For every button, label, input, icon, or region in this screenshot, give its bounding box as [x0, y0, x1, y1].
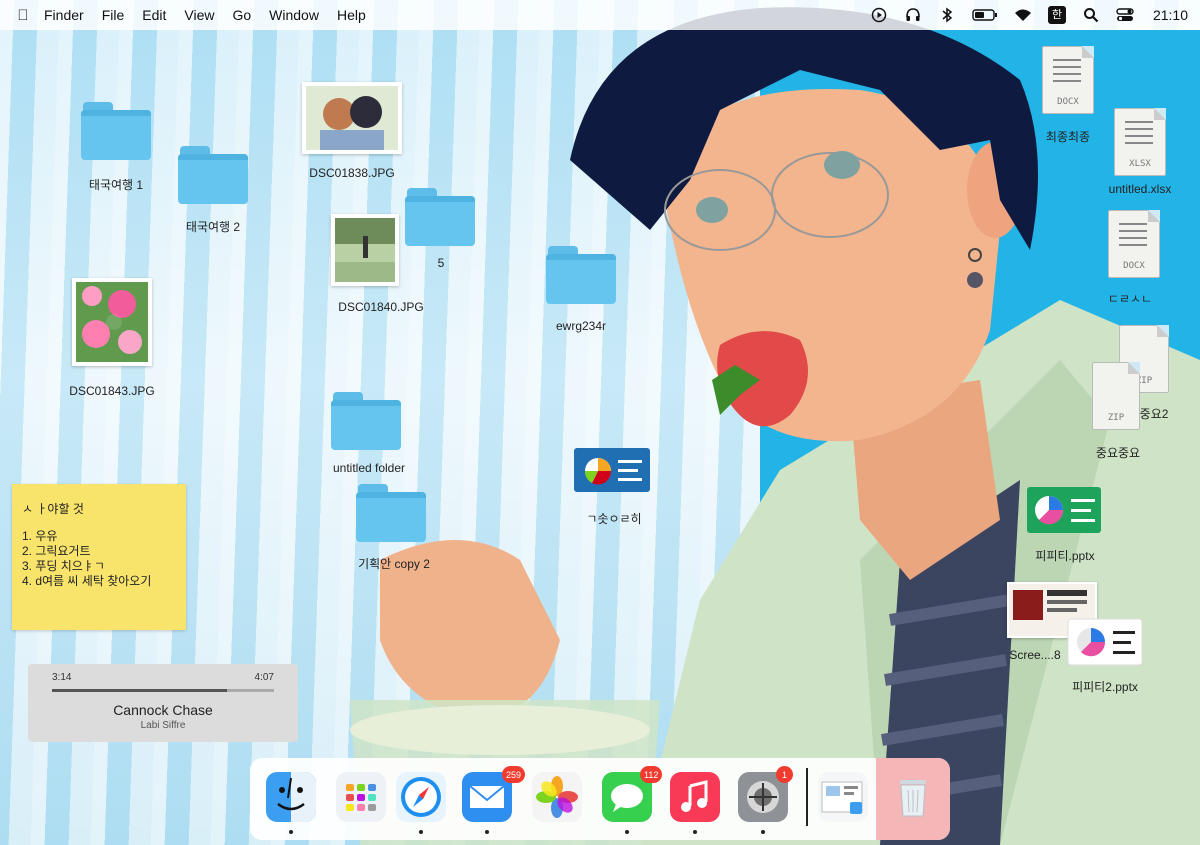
pptx-file-2[interactable]: 피피티2.pptx: [1067, 618, 1147, 698]
docx-icon: DOCX: [1042, 46, 1094, 114]
docx-file-second[interactable]: DOCX ㄷㄹㅅㄴ: [1100, 210, 1180, 306]
folder-ewrg234r[interactable]: ewrg234r: [546, 246, 616, 336]
sticky-item: 1. 우유: [22, 529, 58, 543]
folder-taeguk-2[interactable]: 태국여행 2: [178, 146, 248, 241]
dock-separator: [806, 768, 808, 826]
xlsx-ext: XLSX: [1129, 159, 1151, 169]
control-center-icon[interactable]: [1115, 5, 1135, 25]
running-indicator: [289, 830, 293, 834]
menubar-clock[interactable]: 21:10: [1153, 7, 1188, 23]
status-menus: 한 21:10: [869, 0, 1188, 30]
trash-icon[interactable]: [888, 772, 938, 822]
xlsx-icon: XLSX: [1114, 108, 1166, 176]
running-indicator: [693, 830, 697, 834]
elapsed-time: 3:14: [52, 672, 72, 683]
progress-fill: [52, 689, 228, 692]
docx-icon: DOCX: [1108, 210, 1160, 278]
total-time: 4:07: [254, 672, 274, 683]
doc-label: untitled.xlsx: [1108, 182, 1172, 196]
sticky-item: 3. 푸딩 치으ㅑㄱ: [22, 559, 105, 573]
sticky-item: 2. 그릭요거트: [22, 544, 91, 558]
menu-help[interactable]: Help: [337, 7, 366, 23]
keynote-file[interactable]: ㄱ솟ㅇㄹ히: [572, 446, 656, 526]
artist-name: Labi Siffre: [140, 720, 186, 731]
battery-icon[interactable]: [971, 5, 999, 25]
docx-file-final[interactable]: DOCX 최종최종: [1040, 46, 1120, 146]
wifi-icon[interactable]: [1013, 5, 1033, 25]
folder-label: 5: [437, 256, 445, 270]
bluetooth-icon[interactable]: [937, 5, 957, 25]
sticky-item: 4. d여름 씨 세탁 찾아오기: [22, 574, 152, 588]
apple-logo-icon[interactable]: : [12, 7, 34, 24]
image-thumbnail: [331, 214, 399, 286]
menu-view[interactable]: View: [184, 7, 214, 23]
pptx-icon: [1027, 487, 1101, 533]
pptx-label: 피피티.pptx: [1035, 549, 1095, 563]
docx-ext: DOCX: [1123, 261, 1145, 271]
menu-bar:  Finder File Edit View Go Window Help 한…: [0, 0, 1200, 30]
dock: 259 112 1: [250, 758, 950, 840]
folder-label: 태국여행 2: [185, 220, 241, 234]
keynote-label: ㄱ솟ㅇㄹ히: [586, 512, 642, 526]
image-label: DSC01840.JPG: [338, 300, 424, 314]
headphones-icon[interactable]: [903, 5, 923, 25]
folder-plan-copy-2[interactable]: 기획안 copy 2: [356, 484, 430, 574]
image-file-dsc01840[interactable]: DSC01840.JPG: [331, 214, 431, 314]
pptx-icon: [1067, 618, 1143, 666]
play-icon[interactable]: [869, 5, 889, 25]
launchpad-icon[interactable]: [336, 772, 386, 822]
folder-label: untitled folder: [332, 461, 406, 475]
image-file-dsc01838[interactable]: DSC01838.JPG: [302, 82, 402, 182]
folder-label: 기획안 copy 2: [358, 557, 430, 571]
safari-icon[interactable]: [396, 772, 446, 822]
running-indicator: [419, 830, 423, 834]
image-label: Scree....8: [1009, 648, 1061, 662]
system-preferences-badge: 1: [776, 766, 793, 783]
input-source-icon[interactable]: 한: [1047, 5, 1067, 25]
running-indicator: [625, 830, 629, 834]
zip-icon: ZIP: [1092, 362, 1140, 430]
doc-label: 최종최종: [1045, 130, 1091, 144]
song-title: Cannock Chase: [113, 702, 213, 718]
now-playing-widget[interactable]: 3:14 4:07 Cannock Chase Labi Siffre: [28, 664, 298, 742]
music-icon[interactable]: [670, 772, 720, 822]
folder-label: 태국여행 1: [88, 178, 144, 192]
menu-window[interactable]: Window: [269, 7, 319, 23]
menu-edit[interactable]: Edit: [142, 7, 166, 23]
doc-label: ㄷㄹㅅㄴ: [1107, 292, 1153, 306]
docx-ext: DOCX: [1057, 97, 1079, 107]
folder-label: ewrg234r: [555, 319, 607, 333]
folder-taeguk-1[interactable]: 태국여행 1: [81, 102, 151, 197]
running-indicator: [761, 830, 765, 834]
image-thumbnail: [302, 82, 402, 154]
sticky-title: ㅅ ㅏ야할 것: [22, 502, 84, 516]
menu-file[interactable]: File: [102, 7, 125, 23]
menu-finder[interactable]: Finder: [44, 7, 84, 23]
photos-icon[interactable]: [532, 772, 582, 822]
keynote-icon: [574, 448, 650, 492]
zip-file-important[interactable]: ZIP 중요중요: [1088, 362, 1168, 462]
downloads-stack-icon[interactable]: [818, 772, 868, 822]
zip-label: 중요중요: [1095, 446, 1141, 460]
pptx-label: 피피티2.pptx: [1072, 680, 1138, 694]
input-source-label: 한: [1047, 6, 1066, 24]
finder-icon[interactable]: [266, 772, 316, 822]
image-thumbnail: [72, 278, 152, 366]
progress-bar[interactable]: [52, 689, 274, 692]
xlsx-file-untitled[interactable]: XLSX untitled.xlsx: [1108, 108, 1190, 203]
running-indicator: [485, 830, 489, 834]
image-label: DSC01838.JPG: [309, 166, 395, 180]
mail-badge: 259: [502, 766, 526, 783]
search-icon[interactable]: [1081, 5, 1101, 25]
messages-badge: 112: [640, 766, 663, 783]
folder-untitled[interactable]: untitled folder: [331, 392, 405, 482]
menu-go[interactable]: Go: [232, 7, 251, 23]
zip-ext: ZIP: [1107, 413, 1125, 423]
sticky-note[interactable]: ㅅ ㅏ야할 것 1. 우유 2. 그릭요거트 3. 푸딩 치으ㅑㄱ 4. d여름…: [12, 484, 186, 630]
image-label: DSC01843.JPG: [69, 384, 155, 398]
image-file-dsc01843[interactable]: DSC01843.JPG: [69, 278, 158, 403]
pptx-file[interactable]: 피피티.pptx: [1025, 485, 1105, 567]
